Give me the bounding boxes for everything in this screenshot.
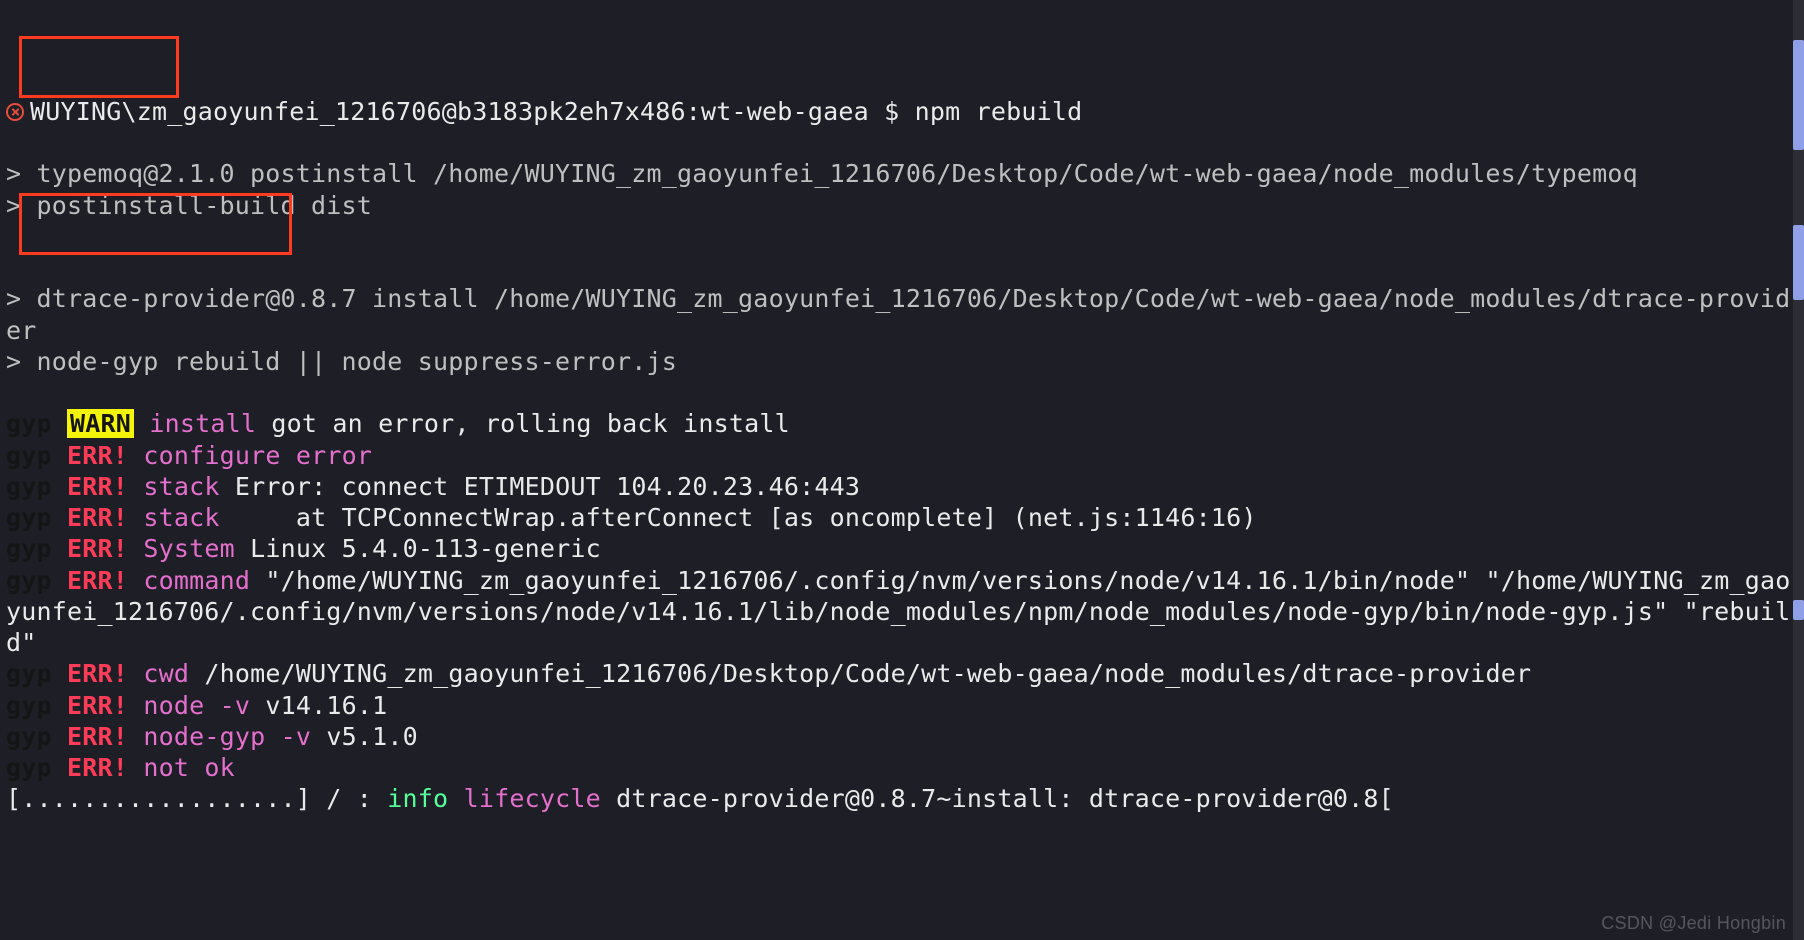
gyp-tag: gyp xyxy=(6,441,52,470)
output-line: > postinstall-build dist xyxy=(6,191,372,220)
gyp-tag: gyp xyxy=(6,566,52,595)
err-badge: ERR! xyxy=(67,566,128,595)
gyp-tag: gyp xyxy=(6,534,52,563)
scrollbar-thumb[interactable] xyxy=(1793,40,1804,150)
shell-prompt: WUYING\zm_gaoyunfei_1216706@b3183pk2eh7x… xyxy=(30,97,915,126)
gyp-keyword: cwd xyxy=(143,659,189,688)
gyp-message: at TCPConnectWrap.afterConnect [as oncom… xyxy=(235,503,1257,532)
output-line: > dtrace-provider@0.8.7 install /home/WU… xyxy=(6,284,1790,344)
close-icon xyxy=(6,103,24,121)
gyp-tag: gyp xyxy=(6,722,52,751)
gyp-keyword: stack xyxy=(143,503,219,532)
gyp-tag: gyp xyxy=(6,472,52,501)
err-badge: ERR! xyxy=(67,691,128,720)
gyp-message: Error: connect ETIMEDOUT 104.20.23.46:44… xyxy=(235,472,860,501)
gyp-message: v14.16.1 xyxy=(265,691,387,720)
gyp-keyword: install xyxy=(149,409,256,438)
gyp-keyword: System xyxy=(143,534,235,563)
terminal-output[interactable]: WUYING\zm_gaoyunfei_1216706@b3183pk2eh7x… xyxy=(0,0,1804,815)
err-badge: ERR! xyxy=(67,659,128,688)
progress-bar: [..................] xyxy=(6,784,311,813)
gyp-tag: gyp xyxy=(6,503,52,532)
err-badge: ERR! xyxy=(67,722,128,751)
gyp-message: /home/WUYING_zm_gaoyunfei_1216706/Deskto… xyxy=(204,659,1531,688)
err-badge: ERR! xyxy=(67,503,128,532)
gyp-keyword: not ok xyxy=(143,753,235,782)
err-badge: ERR! xyxy=(67,534,128,563)
gyp-tag: gyp xyxy=(6,409,52,438)
info-badge: info xyxy=(387,784,448,813)
gyp-keyword: configure error xyxy=(143,441,372,470)
watermark-text: CSDN @Jedi Hongbin xyxy=(1601,913,1786,934)
err-badge: ERR! xyxy=(67,753,128,782)
output-line: > typemoq@2.1.0 postinstall /home/WUYING… xyxy=(6,159,1638,188)
gyp-message: "/home/WUYING_zm_gaoyunfei_1216706/.conf… xyxy=(6,566,1790,658)
gyp-message: got an error, rolling back install xyxy=(271,409,790,438)
gyp-keyword: stack xyxy=(143,472,219,501)
gyp-keyword: node -v xyxy=(143,691,250,720)
annotation-box-typemoq xyxy=(19,36,179,98)
err-badge: ERR! xyxy=(67,472,128,501)
gyp-keyword: command xyxy=(143,566,250,595)
lifecycle-keyword: lifecycle xyxy=(464,784,601,813)
progress-spinner: / : xyxy=(311,784,387,813)
warn-badge: WARN xyxy=(67,409,134,438)
shell-command: npm rebuild xyxy=(915,97,1083,126)
scrollbar-track[interactable] xyxy=(1793,0,1804,940)
scrollbar-thumb[interactable] xyxy=(1793,225,1804,300)
gyp-message: Linux 5.4.0-113-generic xyxy=(250,534,601,563)
gyp-tag: gyp xyxy=(6,753,52,782)
output-line: > node-gyp rebuild || node suppress-erro… xyxy=(6,347,677,376)
lifecycle-tail: dtrace-provider@0.8.7~install: dtrace-pr… xyxy=(616,784,1394,813)
err-badge: ERR! xyxy=(67,441,128,470)
gyp-keyword: node-gyp -v xyxy=(143,722,311,751)
gyp-tag: gyp xyxy=(6,691,52,720)
scrollbar-thumb[interactable] xyxy=(1793,600,1804,620)
gyp-tag: gyp xyxy=(6,659,52,688)
gyp-message: v5.1.0 xyxy=(326,722,418,751)
